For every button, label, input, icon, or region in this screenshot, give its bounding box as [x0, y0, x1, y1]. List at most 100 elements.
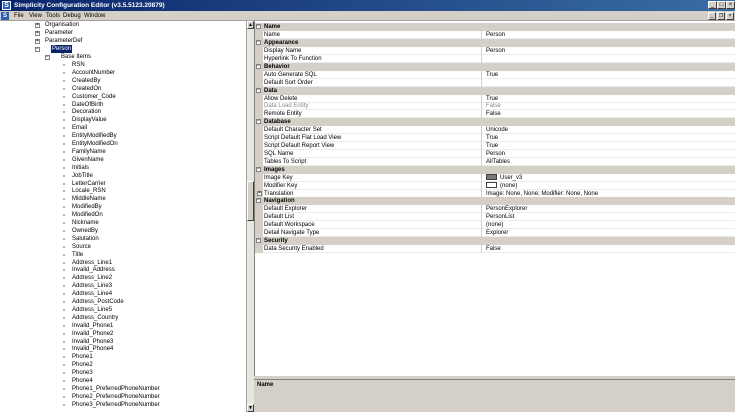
close-button[interactable]: ×: [726, 1, 735, 9]
property-row-display-name[interactable]: Display Name Person: [255, 46, 735, 55]
tree-item-salutation[interactable]: Salutation: [72, 235, 99, 243]
tree-item-customer-code[interactable]: Customer_Code: [72, 93, 116, 101]
category-images[interactable]: − Images: [255, 165, 735, 174]
property-value[interactable]: (none): [486, 221, 503, 229]
scrollbar-thumb[interactable]: [247, 181, 254, 221]
property-value[interactable]: False: [486, 102, 501, 110]
tree-item-address-postcode[interactable]: Address_PostCode: [72, 298, 124, 306]
property-value[interactable]: Person: [486, 31, 505, 39]
tree-item-modifiedon[interactable]: ModifiedOn: [72, 211, 103, 219]
tree-node-person[interactable]: Person: [51, 45, 73, 53]
menu-file[interactable]: File: [14, 12, 24, 20]
maximize-button[interactable]: □: [717, 1, 726, 9]
tree-item-givenname[interactable]: GivenName: [72, 156, 104, 164]
tree-item-decoration[interactable]: Decoration: [72, 108, 101, 116]
tree-item-phone1[interactable]: Phone1: [72, 353, 93, 361]
property-row-remote-entity[interactable]: Remote Entity False: [255, 110, 735, 119]
property-value[interactable]: AllTables: [486, 158, 510, 166]
tree-item-title[interactable]: Title: [72, 251, 83, 259]
tree-item-accountnumber[interactable]: AccountNumber: [72, 69, 115, 77]
property-row-default-character-set[interactable]: Default Character Set Unicode: [255, 126, 735, 135]
tree-item-invalid-phone4[interactable]: Invalid_Phone4: [72, 345, 113, 353]
expand-toggle[interactable]: +: [35, 39, 40, 44]
collapse-toggle[interactable]: −: [45, 55, 50, 60]
tree-item-nickname[interactable]: Nickname: [72, 219, 99, 227]
tree-item-phone2[interactable]: Phone2: [72, 361, 93, 369]
tree-item-address-line3[interactable]: Address_Line3: [72, 282, 112, 290]
property-expand-toggle[interactable]: +: [257, 190, 262, 196]
category-navigation[interactable]: − Navigation: [255, 197, 735, 206]
property-row-default-list[interactable]: Default List PersonList: [255, 213, 735, 222]
tree-item-phone4[interactable]: Phone4: [72, 377, 93, 385]
tree-item-address-country[interactable]: Address_Country: [72, 314, 118, 322]
tree-item-lettercarrier[interactable]: LetterCarrier: [72, 180, 106, 188]
property-value[interactable]: Explorer: [486, 229, 508, 237]
category-collapse-toggle[interactable]: −: [256, 63, 261, 69]
tree-item-phone3-preferredphonenumber[interactable]: Phone3_PreferredPhoneNumber: [72, 401, 160, 409]
tree-item-createdon[interactable]: CreatedOn: [72, 85, 101, 93]
tree-item-entitymodifiedby[interactable]: EntityModifiedBy: [72, 132, 117, 140]
tree-item-middlename[interactable]: MiddleName: [72, 195, 106, 203]
property-row-default-explorer[interactable]: Default Explorer PersonExplorer: [255, 205, 735, 214]
tree-node-parameterdef[interactable]: ParameterDef: [45, 37, 82, 45]
tree-item-dateofbirth[interactable]: DateOfBirth: [72, 101, 103, 109]
property-value[interactable]: Unicode: [486, 126, 508, 134]
property-row-hyperlink-to-function[interactable]: Hyperlink To Function: [255, 54, 735, 63]
property-value[interactable]: User_v3: [486, 173, 522, 182]
menu-window[interactable]: Window: [84, 12, 105, 20]
tree-item-displayvalue[interactable]: DisplayValue: [72, 116, 107, 124]
tree-node-base-items[interactable]: Base Items: [61, 53, 91, 61]
tree-item-modifiedby[interactable]: ModifiedBy: [72, 203, 102, 211]
property-row-script-default-flat-load-view[interactable]: Script Default Flat Load View True: [255, 134, 735, 143]
property-row-sql-name[interactable]: SQL Name Person: [255, 149, 735, 158]
property-value[interactable]: Image: None, None; Modifier: None, None: [486, 190, 598, 198]
tree-item-invalid-phone2[interactable]: Invalid_Phone2: [72, 330, 113, 338]
tree-item-source[interactable]: Source: [72, 243, 91, 251]
category-collapse-toggle[interactable]: −: [256, 39, 261, 45]
menu-tools[interactable]: Tools: [46, 12, 60, 20]
tree-item-invalid-address[interactable]: Invalid_Address: [72, 266, 115, 274]
property-row-default-sort-order[interactable]: Default Sort Order: [255, 78, 735, 87]
property-row-default-workspace[interactable]: Default Workspace (none): [255, 221, 735, 230]
tree-item-createdby[interactable]: CreatedBy: [72, 77, 100, 85]
tree-item-address-line2[interactable]: Address_Line2: [72, 274, 112, 282]
category-collapse-toggle[interactable]: −: [256, 166, 261, 172]
tree-item-initials[interactable]: Initials: [72, 164, 89, 172]
mdi-close-button[interactable]: ×: [726, 12, 734, 20]
expand-toggle[interactable]: +: [35, 23, 40, 28]
tree-item-jobtitle[interactable]: JobTitle: [72, 172, 93, 180]
tree-item-phone3[interactable]: Phone3: [72, 369, 93, 377]
tree-item-invalid-phone3[interactable]: Invalid_Phone3: [72, 338, 113, 346]
category-behavior[interactable]: − Behavior: [255, 62, 735, 71]
mdi-restore-button[interactable]: ❐: [717, 12, 725, 20]
category-appearance[interactable]: − Appearance: [255, 38, 735, 47]
property-row-detail-navigate-type[interactable]: Detail Navigate Type Explorer: [255, 229, 735, 238]
tree-node-parameter[interactable]: Parameter: [45, 29, 73, 37]
property-value[interactable]: True: [486, 71, 498, 79]
property-row-name[interactable]: Name Person: [255, 31, 735, 39]
scroll-up-arrow[interactable]: ▲: [247, 21, 254, 29]
tree-item-address-line4[interactable]: Address_Line4: [72, 290, 112, 298]
property-value[interactable]: Person: [486, 150, 505, 158]
tree-item-invalid-phone1[interactable]: Invalid_Phone1: [72, 322, 113, 330]
tree-item-ownedby[interactable]: OwnedBy: [72, 227, 98, 235]
property-value[interactable]: False: [486, 245, 501, 253]
property-row-tables-to-script[interactable]: Tables To Script AllTables: [255, 157, 735, 166]
tree-item-familyname[interactable]: FamilyName: [72, 148, 106, 156]
tree-scrollbar[interactable]: ▲ ▼: [246, 21, 254, 412]
category-collapse-toggle[interactable]: −: [256, 238, 261, 243]
scroll-down-arrow[interactable]: ▼: [247, 404, 254, 412]
tree-item-address-line1[interactable]: Address_Line1: [72, 259, 112, 267]
property-value[interactable]: (none): [486, 181, 517, 190]
menu-debug[interactable]: Debug: [63, 12, 81, 20]
menu-view[interactable]: View: [29, 12, 42, 20]
tree-item-phone1-preferredphonenumber[interactable]: Phone1_PreferredPhoneNumber: [72, 385, 160, 393]
tree-node-organisation[interactable]: Organisation: [45, 21, 79, 29]
tree-item-locale-rsn[interactable]: Locale_RSN: [72, 187, 106, 195]
category-security[interactable]: − Security: [255, 237, 735, 245]
tree-item-rsn[interactable]: RSN: [72, 61, 85, 69]
property-value[interactable]: True: [486, 134, 498, 142]
property-value[interactable]: Person: [486, 47, 505, 55]
category-collapse-toggle[interactable]: −: [256, 87, 261, 93]
category-collapse-toggle[interactable]: −: [256, 198, 261, 204]
